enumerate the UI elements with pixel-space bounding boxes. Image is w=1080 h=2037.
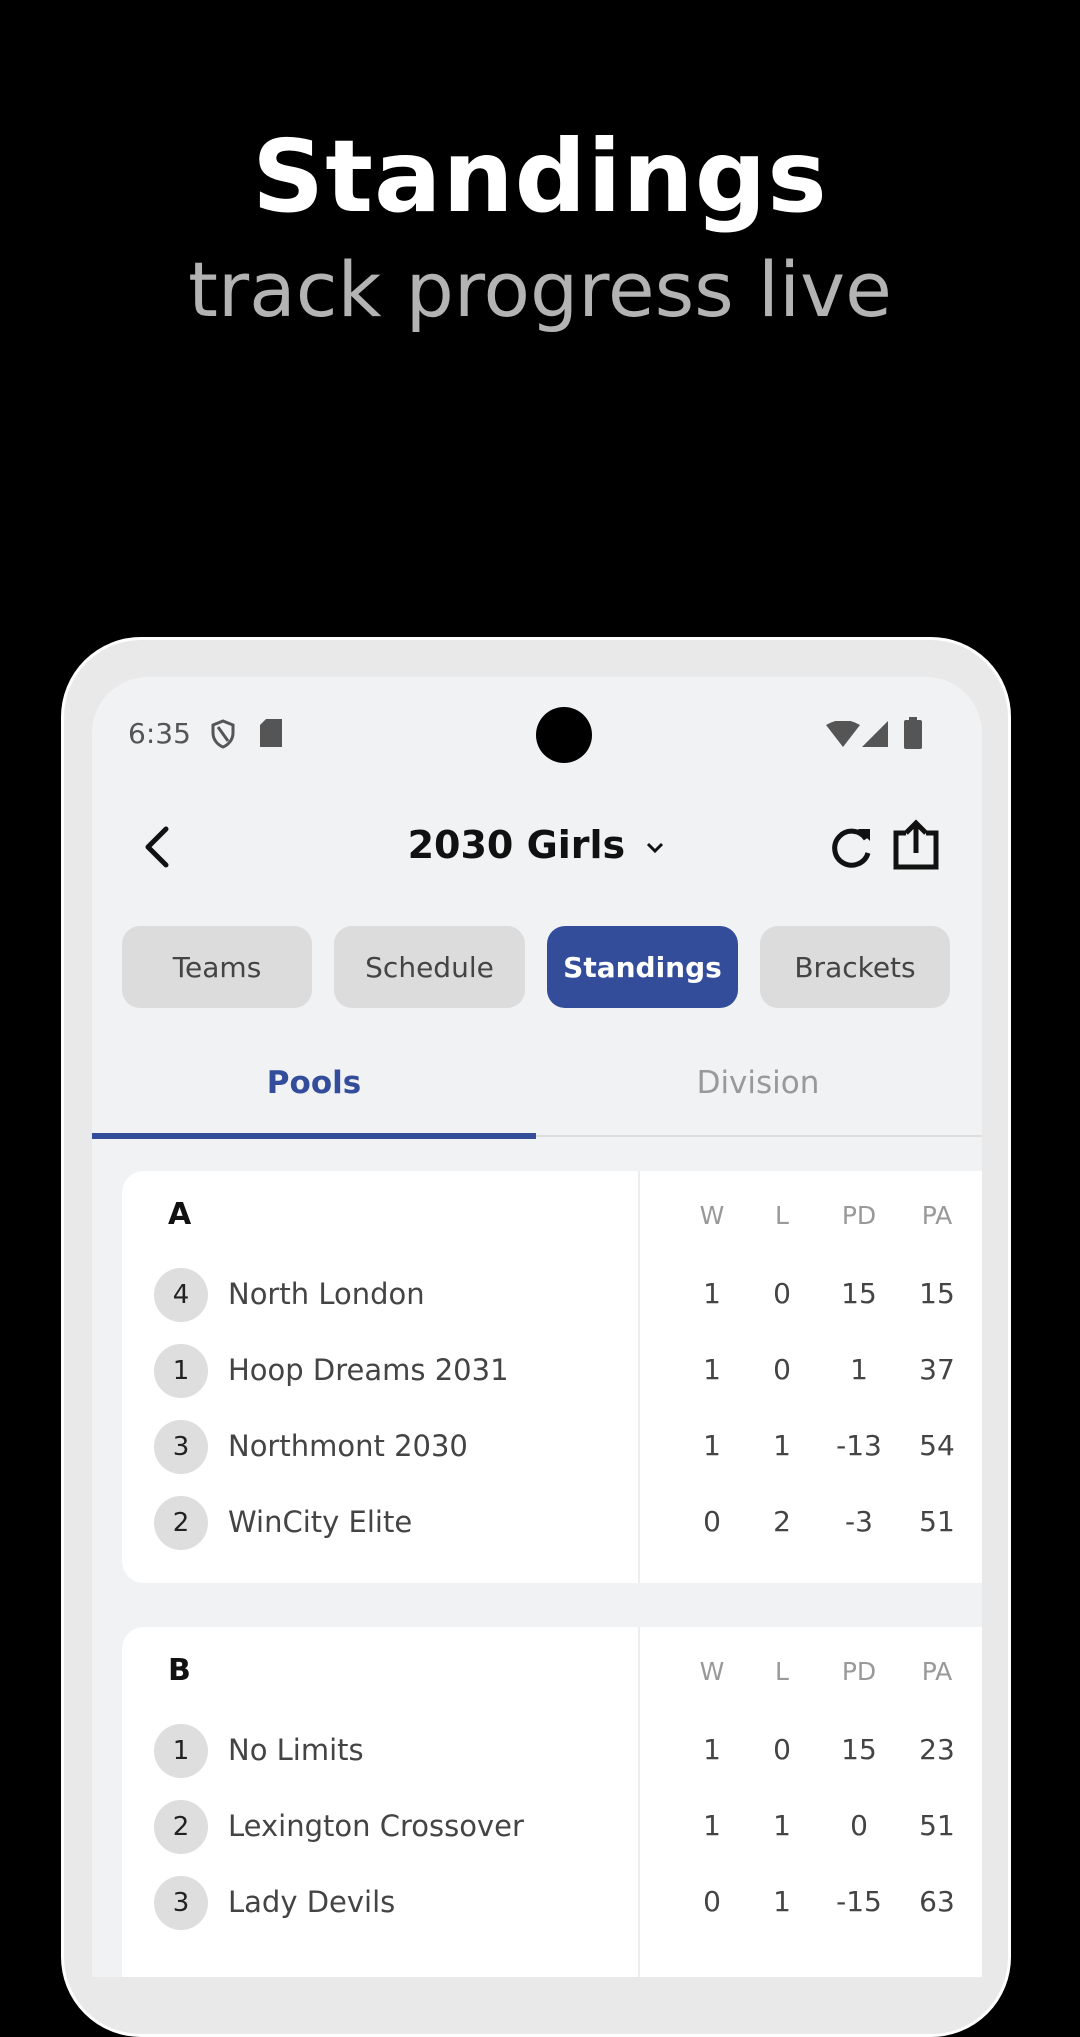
signal-icon bbox=[862, 721, 888, 747]
pool-name: A bbox=[168, 1197, 192, 1232]
team-name: Lady Devils bbox=[228, 1885, 396, 1919]
table-row[interactable]: 3 Lady Devils01-15634 bbox=[122, 1873, 982, 1933]
battery-icon bbox=[904, 717, 922, 749]
stat-l: 2 bbox=[773, 1505, 791, 1538]
table-row[interactable]: 1 No Limits10152347 bbox=[122, 1721, 982, 1781]
team-name: No Limits bbox=[228, 1733, 364, 1767]
column-header: W bbox=[699, 1201, 725, 1230]
team-name: Northmont 2030 bbox=[228, 1429, 468, 1463]
hero-title: Standings bbox=[252, 118, 828, 235]
stat-pa: 63 bbox=[919, 1885, 955, 1918]
team-name: Lexington Crossover bbox=[228, 1809, 524, 1843]
stat-l: 1 bbox=[773, 1809, 791, 1842]
subtab-division[interactable]: Division bbox=[536, 1065, 980, 1101]
stat-l: 0 bbox=[773, 1277, 791, 1310]
table-row[interactable]: 2 WinCity Elite02-35148 bbox=[122, 1493, 982, 1553]
column-header: PA bbox=[921, 1657, 953, 1686]
sd-card-icon bbox=[260, 719, 282, 747]
phone-screen: 6:35 2030 Girls Teams Schedule Standings… bbox=[92, 677, 982, 1977]
pool-card: AWLPDPAPS 4 North London10151543 1 Hoop … bbox=[122, 1171, 982, 1583]
hero-subtitle: track progress live bbox=[188, 245, 892, 334]
camera-cutout bbox=[536, 707, 592, 763]
team-name: North London bbox=[228, 1277, 425, 1311]
stat-l: 0 bbox=[773, 1733, 791, 1766]
stat-l: 0 bbox=[773, 1353, 791, 1386]
stat-l: 1 bbox=[773, 1885, 791, 1918]
stat-w: 1 bbox=[703, 1429, 721, 1462]
team-name: Hoop Dreams 2031 bbox=[228, 1353, 509, 1387]
stat-w: 1 bbox=[703, 1733, 721, 1766]
stat-l: 1 bbox=[773, 1429, 791, 1462]
team-name: WinCity Elite bbox=[228, 1505, 413, 1539]
stat-w: 0 bbox=[703, 1505, 721, 1538]
seed-badge: 2 bbox=[154, 1800, 208, 1854]
header-title: 2030 Girls bbox=[407, 823, 626, 867]
chevron-down-icon bbox=[647, 842, 664, 853]
column-header: L bbox=[775, 1657, 789, 1686]
stat-pa: 51 bbox=[919, 1505, 955, 1538]
stat-pa: 54 bbox=[919, 1429, 955, 1462]
table-row[interactable]: 4 North London10151543 bbox=[122, 1265, 982, 1325]
status-time: 6:35 bbox=[128, 717, 191, 750]
subtab-pools[interactable]: Pools bbox=[92, 1065, 536, 1101]
stat-pd: -13 bbox=[836, 1429, 882, 1462]
table-row[interactable]: 1 Hoop Dreams 20311013738 bbox=[122, 1341, 982, 1401]
column-header: W bbox=[699, 1657, 725, 1686]
stat-w: 0 bbox=[703, 1885, 721, 1918]
stat-pa: 15 bbox=[919, 1277, 955, 1310]
stat-w: 1 bbox=[703, 1809, 721, 1842]
pool-name: B bbox=[168, 1653, 191, 1688]
stat-pd: 0 bbox=[850, 1809, 868, 1842]
table-row[interactable]: 3 Northmont 203011-135428 bbox=[122, 1417, 982, 1477]
stat-pd: 15 bbox=[841, 1277, 877, 1310]
tab-brackets[interactable]: Brackets bbox=[760, 926, 950, 1008]
tab-standings[interactable]: Standings bbox=[547, 926, 738, 1008]
stat-pa: 51 bbox=[919, 1809, 955, 1842]
seed-badge: 3 bbox=[154, 1876, 208, 1930]
refresh-icon[interactable] bbox=[828, 823, 876, 871]
subtab-indicator bbox=[92, 1133, 536, 1139]
seed-badge: 1 bbox=[154, 1724, 208, 1778]
seed-badge: 4 bbox=[154, 1268, 208, 1322]
column-header: PD bbox=[841, 1201, 877, 1230]
stat-pa: 37 bbox=[919, 1353, 955, 1386]
column-header: L bbox=[775, 1201, 789, 1230]
seed-badge: 1 bbox=[154, 1344, 208, 1398]
seed-badge: 3 bbox=[154, 1420, 208, 1474]
pool-card: BWLPDPAPS 1 No Limits10152347 2 Lexingto… bbox=[122, 1627, 982, 1977]
tab-teams[interactable]: Teams bbox=[122, 926, 312, 1008]
shield-icon bbox=[211, 719, 235, 749]
stat-pa: 23 bbox=[919, 1733, 955, 1766]
wifi-icon bbox=[826, 721, 860, 747]
stat-w: 1 bbox=[703, 1353, 721, 1386]
column-header: PA bbox=[921, 1201, 953, 1230]
tab-schedule[interactable]: Schedule bbox=[334, 926, 525, 1008]
column-header: PD bbox=[841, 1657, 877, 1686]
stat-pd: -15 bbox=[836, 1885, 882, 1918]
stat-w: 1 bbox=[703, 1277, 721, 1310]
share-icon[interactable] bbox=[890, 819, 942, 871]
table-row[interactable]: 2 Lexington Crossover1105186 bbox=[122, 1797, 982, 1857]
stat-pd: -3 bbox=[845, 1505, 873, 1538]
seed-badge: 2 bbox=[154, 1496, 208, 1550]
stat-pd: 15 bbox=[841, 1733, 877, 1766]
stat-pd: 1 bbox=[850, 1353, 868, 1386]
